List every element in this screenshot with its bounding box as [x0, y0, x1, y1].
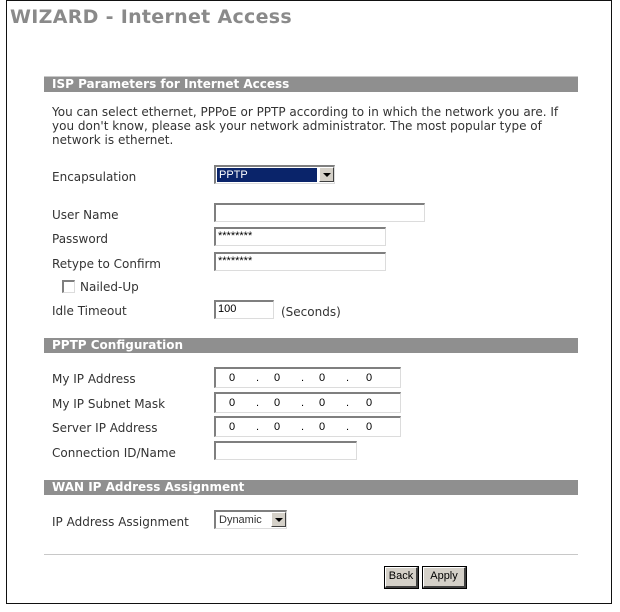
ip-octet[interactable]: 0 — [366, 372, 372, 384]
ip-octet[interactable]: 0 — [274, 397, 280, 409]
chevron-down-icon[interactable] — [271, 512, 286, 527]
back-button[interactable]: Back — [384, 566, 419, 589]
encapsulation-label: Encapsulation — [52, 170, 137, 184]
user-name-label: User Name — [52, 208, 119, 222]
ip-dot: . — [256, 372, 260, 384]
encapsulation-value: PPTP — [217, 168, 317, 182]
ip-dot: . — [256, 421, 260, 433]
ip-dot: . — [301, 372, 305, 384]
subnet-mask-label: My IP Subnet Mask — [52, 397, 166, 411]
retype-password-field[interactable]: ******** — [214, 252, 386, 271]
ip-octet[interactable]: 0 — [274, 421, 280, 433]
server-ip-field[interactable]: 0 . 0 . 0 . 0 — [214, 416, 401, 437]
server-ip-label: Server IP Address — [52, 421, 158, 435]
ip-dot: . — [346, 372, 350, 384]
connection-id-label: Connection ID/Name — [52, 446, 176, 460]
section-header-wan: WAN IP Address Assignment — [44, 480, 578, 495]
ip-octet[interactable]: 0 — [274, 372, 280, 384]
my-ip-label: My IP Address — [52, 372, 136, 386]
my-ip-field[interactable]: 0 . 0 . 0 . 0 — [214, 367, 401, 388]
ip-octet[interactable]: 0 — [229, 397, 235, 409]
connection-id-field[interactable] — [214, 441, 357, 460]
nailed-up-checkbox[interactable] — [62, 280, 75, 293]
ip-assignment-select[interactable]: Dynamic — [214, 510, 287, 529]
section-header-pptp: PPTP Configuration — [44, 338, 578, 353]
password-field[interactable]: ******** — [214, 227, 386, 246]
isp-description: You can select ethernet, PPPoE or PPTP a… — [52, 105, 559, 147]
ip-octet[interactable]: 0 — [229, 421, 235, 433]
ip-assignment-value: Dynamic — [219, 514, 262, 526]
encapsulation-select[interactable]: PPTP — [214, 165, 335, 184]
idle-timeout-unit: (Seconds) — [281, 305, 341, 319]
ip-dot: . — [301, 397, 305, 409]
ip-octet[interactable]: 0 — [319, 372, 325, 384]
ip-dot: . — [346, 421, 350, 433]
password-label: Password — [52, 232, 109, 246]
ip-octet[interactable]: 0 — [366, 397, 372, 409]
nailed-up-label: Nailed-Up — [80, 280, 139, 294]
idle-timeout-label: Idle Timeout — [52, 304, 127, 318]
subnet-mask-field[interactable]: 0 . 0 . 0 . 0 — [214, 392, 401, 413]
apply-button[interactable]: Apply — [422, 566, 467, 589]
chevron-down-icon[interactable] — [319, 167, 334, 182]
ip-octet[interactable]: 0 — [366, 421, 372, 433]
user-name-field[interactable] — [214, 203, 425, 222]
ip-octet[interactable]: 0 — [319, 397, 325, 409]
section-header-isp: ISP Parameters for Internet Access — [44, 77, 578, 92]
page-title: WIZARD - Internet Access — [10, 6, 293, 28]
divider — [44, 554, 578, 555]
ip-assignment-label: IP Address Assignment — [52, 515, 189, 529]
ip-octet[interactable]: 0 — [319, 421, 325, 433]
ip-dot: . — [256, 397, 260, 409]
retype-password-label: Retype to Confirm — [52, 257, 161, 271]
ip-octet[interactable]: 0 — [229, 372, 235, 384]
ip-dot: . — [346, 397, 350, 409]
idle-timeout-field[interactable]: 100 — [214, 300, 274, 319]
ip-dot: . — [301, 421, 305, 433]
